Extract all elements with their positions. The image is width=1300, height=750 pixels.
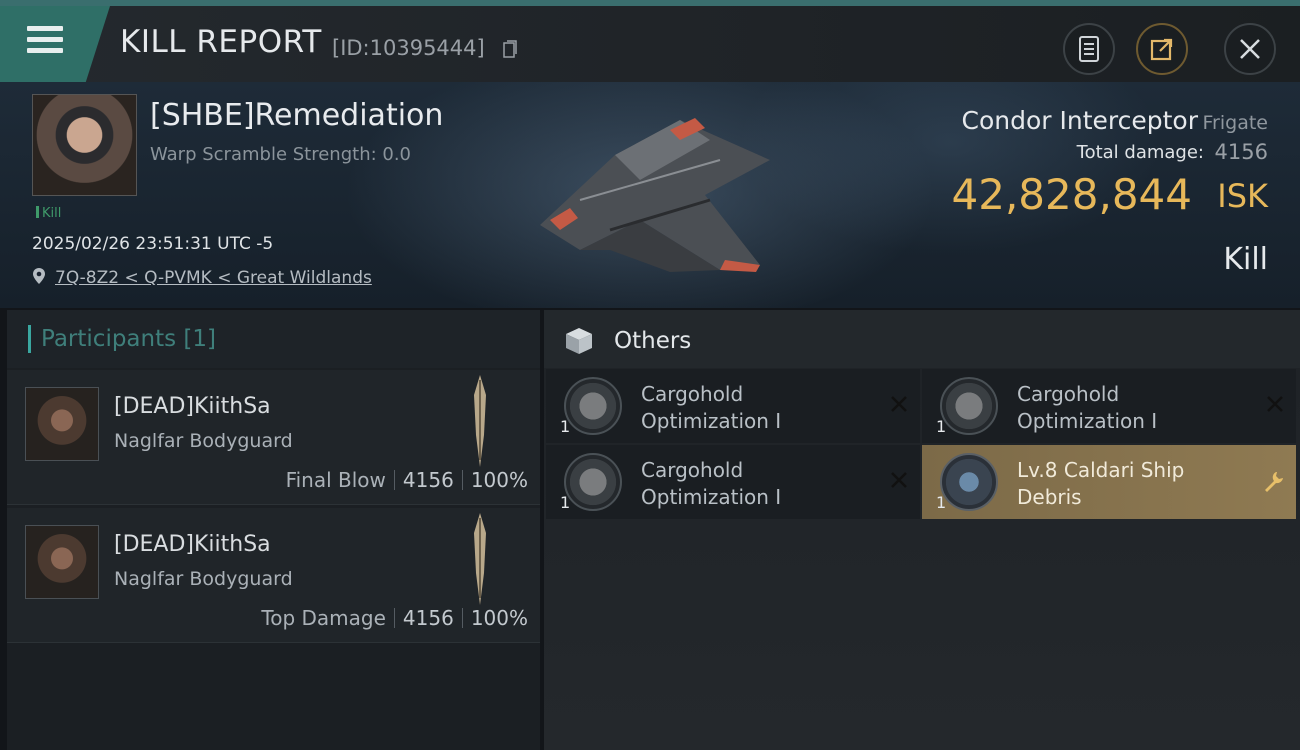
cargohold-module-icon — [940, 377, 998, 435]
participants-panel: Participants [1] [DEAD]KiithSa Naglfar B… — [7, 310, 540, 750]
others-title: Others — [614, 328, 692, 354]
participant-stats: Top Damage 4156 100% — [261, 606, 528, 630]
participant-name: [DEAD]KiithSa — [114, 532, 271, 557]
item-quantity: 1 — [936, 417, 947, 436]
wrench-icon[interactable] — [1262, 470, 1284, 492]
total-damage-label: Total damage: — [1076, 142, 1204, 163]
item-name: Cargohold Optimization I — [1017, 382, 1158, 433]
participant-damage-type: Top Damage — [261, 606, 386, 630]
ship-name[interactable]: Condor Interceptor — [962, 106, 1199, 135]
item-name: Cargohold Optimization I — [641, 382, 782, 433]
kill-result: Kill — [1223, 242, 1268, 277]
share-button[interactable] — [1136, 23, 1188, 75]
participant-row[interactable]: [DEAD]KiithSa Naglfar Bodyguard Top Dama… — [7, 508, 540, 643]
close-button[interactable] — [1224, 23, 1276, 75]
participant-name: [DEAD]KiithSa — [114, 394, 271, 419]
kill-tag: Kill — [36, 206, 61, 221]
total-damage-value: 4156 — [1214, 140, 1268, 164]
item-ship-debris[interactable]: 1 Lv.8 Caldari Ship Debris — [922, 445, 1296, 519]
cube-icon — [566, 328, 592, 354]
item-cargohold-2[interactable]: 1 Cargohold Optimization I — [922, 369, 1296, 443]
cargohold-module-icon — [564, 377, 622, 435]
kill-id: [ID:10395444] — [332, 36, 485, 60]
participant-corp: Naglfar Bodyguard — [114, 568, 293, 590]
cargohold-module-icon — [564, 453, 622, 511]
warp-scramble-strength: Warp Scramble Strength: 0.0 — [150, 144, 412, 165]
participant-percent: 100% — [470, 606, 528, 630]
ship-image — [540, 118, 770, 272]
participant-stats: Final Blow 4156 100% — [286, 468, 528, 492]
isk-value: 42,828,844 — [951, 170, 1192, 219]
header-accent-bar — [28, 325, 31, 353]
copy-icon[interactable] — [503, 40, 517, 58]
item-quantity: 1 — [936, 493, 947, 512]
item-quantity: 1 — [560, 417, 571, 436]
item-name: Cargohold Optimization I — [641, 458, 782, 509]
close-icon — [891, 396, 907, 412]
weapon-icon — [474, 375, 486, 467]
location-pin-icon — [33, 268, 45, 284]
victim-avatar[interactable] — [32, 94, 137, 196]
participant-percent: 100% — [470, 468, 528, 492]
item-name: Lv.8 Caldari Ship Debris — [1017, 458, 1185, 509]
ship-class: Frigate — [1202, 112, 1268, 134]
isk-unit: ISK — [1217, 177, 1268, 215]
document-icon — [1079, 36, 1099, 62]
item-cargohold-3[interactable]: 1 Cargohold Optimization I — [546, 445, 920, 519]
page-title: KILL REPORT — [120, 24, 322, 60]
participant-avatar[interactable] — [25, 387, 99, 461]
location-link[interactable]: 7Q-8Z2 < Q-PVMK < Great Wildlands — [55, 268, 372, 288]
participant-avatar[interactable] — [25, 525, 99, 599]
share-icon — [1150, 38, 1173, 61]
kill-datetime: 2025/02/26 23:51:31 UTC -5 — [32, 234, 274, 254]
item-cargohold-1[interactable]: 1 Cargohold Optimization I — [546, 369, 920, 443]
participant-damage: 4156 — [402, 468, 454, 492]
participant-damage-type: Final Blow — [285, 468, 386, 492]
participant-row[interactable]: [DEAD]KiithSa Naglfar Bodyguard Final Bl… — [7, 370, 540, 505]
participant-corp: Naglfar Bodyguard — [114, 430, 293, 452]
item-quantity: 1 — [560, 493, 571, 512]
participants-header: Participants [1] — [7, 310, 540, 368]
participant-damage: 4156 — [402, 606, 454, 630]
others-header: Others — [544, 310, 1300, 368]
close-icon — [1267, 396, 1283, 412]
close-icon — [1240, 39, 1260, 59]
hamburger-icon — [27, 26, 63, 59]
top-bar: KILL REPORT [ID:10395444] — [0, 0, 1300, 82]
victim-pilot-name[interactable]: [SHBE]Remediation — [150, 98, 443, 133]
close-icon — [891, 472, 907, 488]
menu-button[interactable] — [0, 6, 110, 82]
victim-banner: [SHBE]Remediation Warp Scramble Strength… — [0, 82, 1300, 308]
ship-debris-icon — [940, 453, 998, 511]
weapon-icon — [474, 513, 486, 605]
others-panel: Others 1 Cargohold Optimization I 1 Carg… — [544, 310, 1300, 750]
document-button[interactable] — [1063, 23, 1115, 75]
participants-title: Participants [1] — [41, 326, 216, 352]
